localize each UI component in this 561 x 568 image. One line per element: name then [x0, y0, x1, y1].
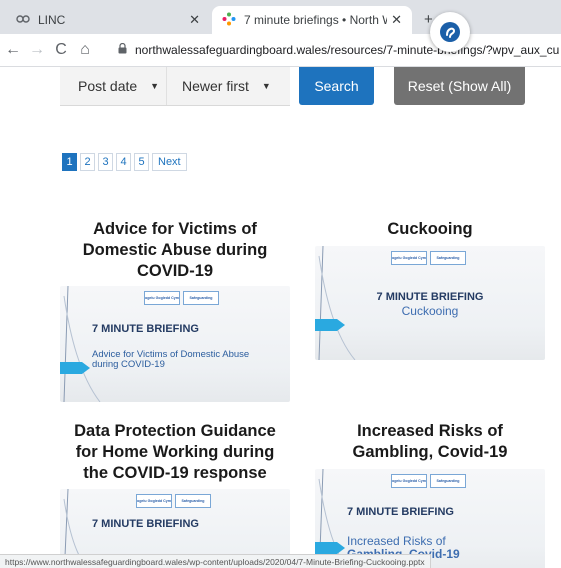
briefing-subtitle: Cuckooing	[401, 304, 459, 318]
page-link-4[interactable]: 4	[116, 153, 131, 171]
back-button[interactable]: ←	[2, 41, 24, 59]
page-link-3[interactable]: 3	[98, 153, 113, 171]
caret-down-icon: ▼	[261, 81, 271, 91]
briefing-heading: 7 MINUTE BRIEFING	[92, 518, 199, 530]
caret-down-icon: ▼	[150, 81, 160, 91]
title-line: Increased Risks of	[357, 422, 503, 440]
link-icon	[16, 13, 30, 27]
title-line: COVID-19	[136, 262, 214, 280]
briefing-subtitle: Advice for Victims of Domestic Abuse dur…	[92, 350, 249, 370]
post-thumbnail[interactable]: Diogelu Gogledd Cymru Safeguarding 7 MIN…	[315, 246, 545, 360]
title-line: Domestic Abuse during	[82, 241, 268, 259]
subtitle-line: during COVID-19	[92, 359, 165, 370]
partner-logos: Diogelu Gogledd Cymru Safeguarding	[144, 291, 219, 305]
logo-diogelu: Diogelu Gogledd Cymru	[136, 494, 172, 508]
search-button[interactable]: Search	[299, 67, 374, 105]
post-title-link[interactable]: Data Protection Guidance for Home Workin…	[60, 421, 290, 484]
close-tab-icon[interactable]: ✕	[391, 12, 402, 28]
logo-diogelu: Diogelu Gogledd Cymru	[391, 251, 427, 265]
home-button[interactable]: ⌂	[74, 41, 96, 59]
page-link-1[interactable]: 1	[62, 153, 77, 171]
reload-button[interactable]: C	[50, 41, 72, 59]
logo-safeguarding: Safeguarding	[430, 474, 466, 488]
partner-logos: Diogelu Gogledd Cymru Safeguarding	[391, 251, 466, 265]
logo-safeguarding: Safeguarding	[175, 494, 211, 508]
order-select[interactable]: Newer first ▼	[182, 67, 271, 105]
reset-button[interactable]: Reset (Show All)	[394, 67, 525, 105]
post-thumbnail[interactable]: Diogelu Gogledd Cymru Safeguarding 7 MIN…	[60, 286, 290, 402]
tab-strip: LINC ✕ 7 minute briefings • North Wales …	[0, 0, 561, 34]
tab-title: LINC	[38, 13, 66, 27]
lock-icon	[118, 42, 127, 57]
forward-button[interactable]: →	[26, 41, 48, 59]
select-divider	[166, 67, 167, 105]
status-bar-link-preview: https://www.northwalessafeguardingboard.…	[0, 554, 431, 568]
briefing-heading: 7 MINUTE BRIEFING	[92, 323, 199, 335]
title-line: for Home Working during	[75, 443, 275, 461]
site-favicon-icon	[222, 12, 236, 29]
partner-logos: Diogelu Gogledd Cymru Safeguarding	[391, 474, 466, 488]
tab-7-minute-briefings[interactable]: 7 minute briefings • North Wales ✕	[212, 6, 412, 34]
logo-diogelu: Diogelu Gogledd Cymru	[391, 474, 427, 488]
pagination: 1 2 3 4 5 Next	[62, 153, 187, 171]
url-text: northwalessafeguardingboard.wales/resour…	[135, 43, 560, 57]
post-title-link[interactable]: Increased Risks of Gambling, Covid-19	[316, 421, 544, 463]
tab-linc[interactable]: LINC ✕	[6, 6, 210, 34]
logo-safeguarding: Safeguarding	[183, 291, 219, 305]
title-line: Data Protection Guidance	[74, 422, 276, 440]
sort-by-select[interactable]: Post date ▼	[78, 67, 159, 105]
partner-logos: Diogelu Gogledd Cymru Safeguarding	[136, 494, 211, 508]
filter-selects: Post date ▼ Newer first ▼	[60, 67, 290, 106]
title-line: Cuckooing	[387, 220, 473, 238]
logo-diogelu: Diogelu Gogledd Cymru	[144, 291, 180, 305]
page-link-2[interactable]: 2	[80, 153, 95, 171]
extension-ear-icon[interactable]	[430, 12, 470, 52]
briefing-heading: 7 MINUTE BRIEFING	[376, 291, 484, 303]
page-link-5[interactable]: 5	[134, 153, 149, 171]
order-value: Newer first	[182, 78, 249, 94]
title-line: the COVID-19 response	[83, 464, 267, 482]
title-line: Advice for Victims of	[93, 220, 257, 238]
next-page-link[interactable]: Next	[152, 153, 187, 171]
sort-by-value: Post date	[78, 78, 138, 94]
close-tab-icon[interactable]: ✕	[189, 12, 200, 28]
address-bar[interactable]: northwalessafeguardingboard.wales/resour…	[118, 39, 561, 61]
page-content: Post date ▼ Newer first ▼ Search Reset (…	[0, 67, 561, 568]
title-line: Gambling, Covid-19	[352, 443, 508, 461]
post-title-link[interactable]: Cuckooing	[316, 219, 544, 240]
briefing-heading: 7 MINUTE BRIEFING	[347, 506, 454, 518]
tab-title: 7 minute briefings • North Wales	[244, 13, 387, 27]
post-title-link[interactable]: Advice for Victims of Domestic Abuse dur…	[62, 219, 288, 282]
logo-safeguarding: Safeguarding	[430, 251, 466, 265]
browser-toolbar: ← → C ⌂ northwalessafeguardingboard.wale…	[0, 34, 561, 67]
